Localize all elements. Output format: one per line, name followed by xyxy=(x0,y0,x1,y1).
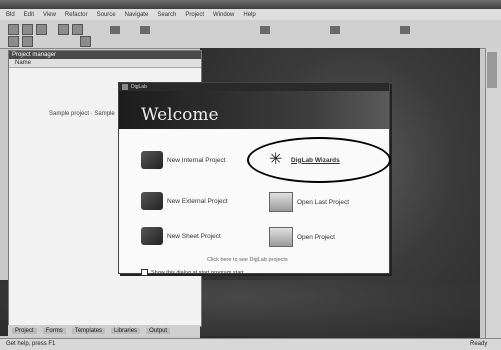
menu-item-view[interactable]: View xyxy=(43,12,56,18)
save-icon[interactable] xyxy=(36,24,47,35)
project-tree-item[interactable]: Sample project · Sample xyxy=(49,111,115,117)
status-text: Get help, press F1 xyxy=(6,341,56,347)
folder-icon xyxy=(269,192,293,212)
debug-icon[interactable] xyxy=(140,26,150,34)
external-project-icon xyxy=(141,192,163,210)
wizard-label: DigLab Wizards xyxy=(291,156,340,164)
dialog-title-bar: DigLab xyxy=(119,83,389,91)
sheet-project-icon xyxy=(141,227,163,245)
menu-item-file[interactable]: Bld xyxy=(6,12,15,18)
projects-link[interactable]: Click here to see DigLab projects xyxy=(207,257,288,263)
new-internal-project-option[interactable]: New Internal Project xyxy=(141,151,226,169)
open-folder-icon xyxy=(269,227,293,247)
tab-forms[interactable]: Forms xyxy=(42,328,66,334)
dialog-body: New Internal Project ✳ DigLab Wizards Ne… xyxy=(119,129,391,276)
menu-item-help[interactable]: Help xyxy=(243,12,255,18)
tab-templates[interactable]: Templates xyxy=(71,328,106,334)
new-sheet-project-label: New Sheet Project xyxy=(167,232,221,240)
menu-bar: Bld Edit View Refactor Source Navigate S… xyxy=(0,9,501,20)
open-last-project-label: Open Last Project xyxy=(297,198,350,206)
build-icon[interactable] xyxy=(260,26,270,34)
menu-item-refactor[interactable]: Refactor xyxy=(65,12,88,18)
panel-tab-bar: Project Forms Templates Libraries Output xyxy=(8,325,200,337)
app-icon xyxy=(122,84,128,90)
menu-item-project[interactable]: Project xyxy=(185,12,204,18)
checkbox-box[interactable] xyxy=(141,269,148,276)
project-manager-title: Project manager xyxy=(9,51,201,59)
wizard-option[interactable]: ✳ DigLab Wizards xyxy=(265,151,340,169)
project-column-header[interactable]: Name xyxy=(9,59,201,68)
right-side-tab[interactable] xyxy=(487,52,497,88)
show-at-startup-label: Show this dialog at start program start xyxy=(151,269,244,276)
status-ready: Ready xyxy=(470,341,488,347)
open-icon[interactable] xyxy=(22,24,33,35)
new-icon[interactable] xyxy=(8,24,19,35)
right-side-panel xyxy=(485,48,501,338)
welcome-dialog: DigLab Welcome New Internal Project ✳ Di… xyxy=(118,82,391,276)
run-icon[interactable] xyxy=(110,26,120,34)
tab-project[interactable]: Project xyxy=(12,328,37,334)
dialog-title: DigLab xyxy=(131,84,147,90)
new-external-project-option[interactable]: New External Project xyxy=(141,192,228,210)
welcome-heading: Welcome xyxy=(141,105,219,125)
new-sheet-project-option[interactable]: New Sheet Project xyxy=(141,227,221,245)
menu-item-navigate[interactable]: Navigate xyxy=(125,12,149,18)
open-last-project-option[interactable]: Open Last Project xyxy=(269,192,349,212)
menu-item-source[interactable]: Source xyxy=(97,12,116,18)
toolbar xyxy=(0,20,501,49)
window-title-bar xyxy=(0,0,501,9)
tab-libraries[interactable]: Libraries xyxy=(111,328,141,334)
menu-item-edit[interactable]: Edit xyxy=(24,12,34,18)
copy-icon[interactable] xyxy=(72,24,83,35)
forward-icon[interactable] xyxy=(22,36,33,47)
show-at-startup-checkbox[interactable]: Show this dialog at start program start xyxy=(141,269,244,276)
cut-icon[interactable] xyxy=(58,24,69,35)
open-project-option[interactable]: Open Project xyxy=(269,227,335,247)
open-project-label: Open Project xyxy=(297,233,335,241)
wizard-star-icon: ✳ xyxy=(269,151,283,168)
status-bar: Get help, press F1 Ready xyxy=(0,338,501,350)
stop-icon[interactable] xyxy=(80,36,91,47)
welcome-banner: Welcome xyxy=(119,91,389,129)
deploy-icon[interactable] xyxy=(330,26,340,34)
settings-icon[interactable] xyxy=(400,26,410,34)
tab-output[interactable]: Output xyxy=(146,328,171,334)
back-icon[interactable] xyxy=(8,36,19,47)
new-internal-project-label: New Internal Project xyxy=(167,156,226,164)
menu-item-window[interactable]: Window xyxy=(213,12,234,18)
menu-item-search[interactable]: Search xyxy=(157,12,176,18)
new-external-project-label: New External Project xyxy=(167,197,228,205)
internal-project-icon xyxy=(141,151,163,169)
